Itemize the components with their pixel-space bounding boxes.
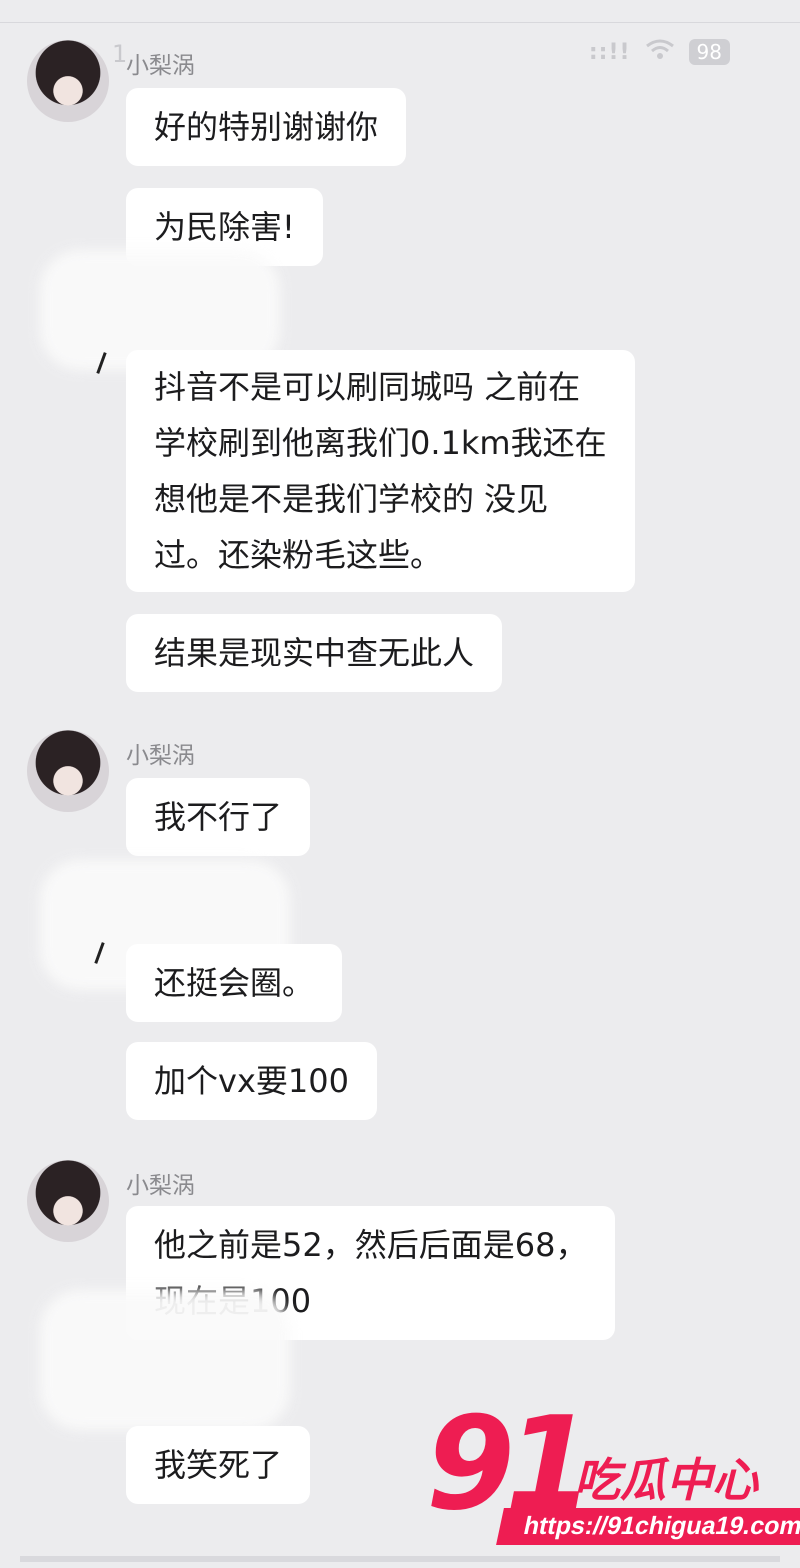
signal-icon: ::!! xyxy=(588,39,631,65)
watermark-logo: 91 吃瓜中心 https://91chigua19.com xyxy=(426,1390,800,1560)
status-icons: ::!! 98 xyxy=(589,38,730,66)
message-bubble[interactable]: 好的特别谢谢你 xyxy=(126,88,407,166)
avatar[interactable] xyxy=(27,40,109,122)
redaction-mark xyxy=(40,1290,290,1430)
avatar[interactable] xyxy=(27,730,109,812)
message-bubble[interactable]: 加个vx要100 xyxy=(126,1042,377,1120)
top-divider xyxy=(0,22,800,23)
watermark-url: https://91chigua19.com xyxy=(496,1508,800,1545)
sender-name: 小梨涡 xyxy=(126,1173,195,1199)
avatar[interactable] xyxy=(27,1160,109,1242)
battery-icon: 98 xyxy=(688,39,730,65)
bottom-bar xyxy=(20,1556,780,1562)
message-bubble[interactable]: 我不行了 xyxy=(126,778,311,856)
message-bubble[interactable]: 结果是现实中查无此人 xyxy=(126,614,503,692)
message-bubble[interactable]: 还挺会圈。 xyxy=(126,944,343,1022)
message-bubble[interactable]: 我笑死了 xyxy=(126,1426,311,1504)
status-time: 1 xyxy=(112,40,128,68)
message-bubble[interactable]: 抖音不是可以刷同城吗 之前在 学校刷到他离我们0.1km我还在 想他是不是我们学… xyxy=(126,350,635,592)
sender-name: 小梨涡 xyxy=(126,743,195,769)
sender-name: 小梨涡 xyxy=(126,53,195,79)
watermark-title: 吃瓜中心 xyxy=(574,1453,758,1507)
wifi-icon xyxy=(645,38,675,66)
